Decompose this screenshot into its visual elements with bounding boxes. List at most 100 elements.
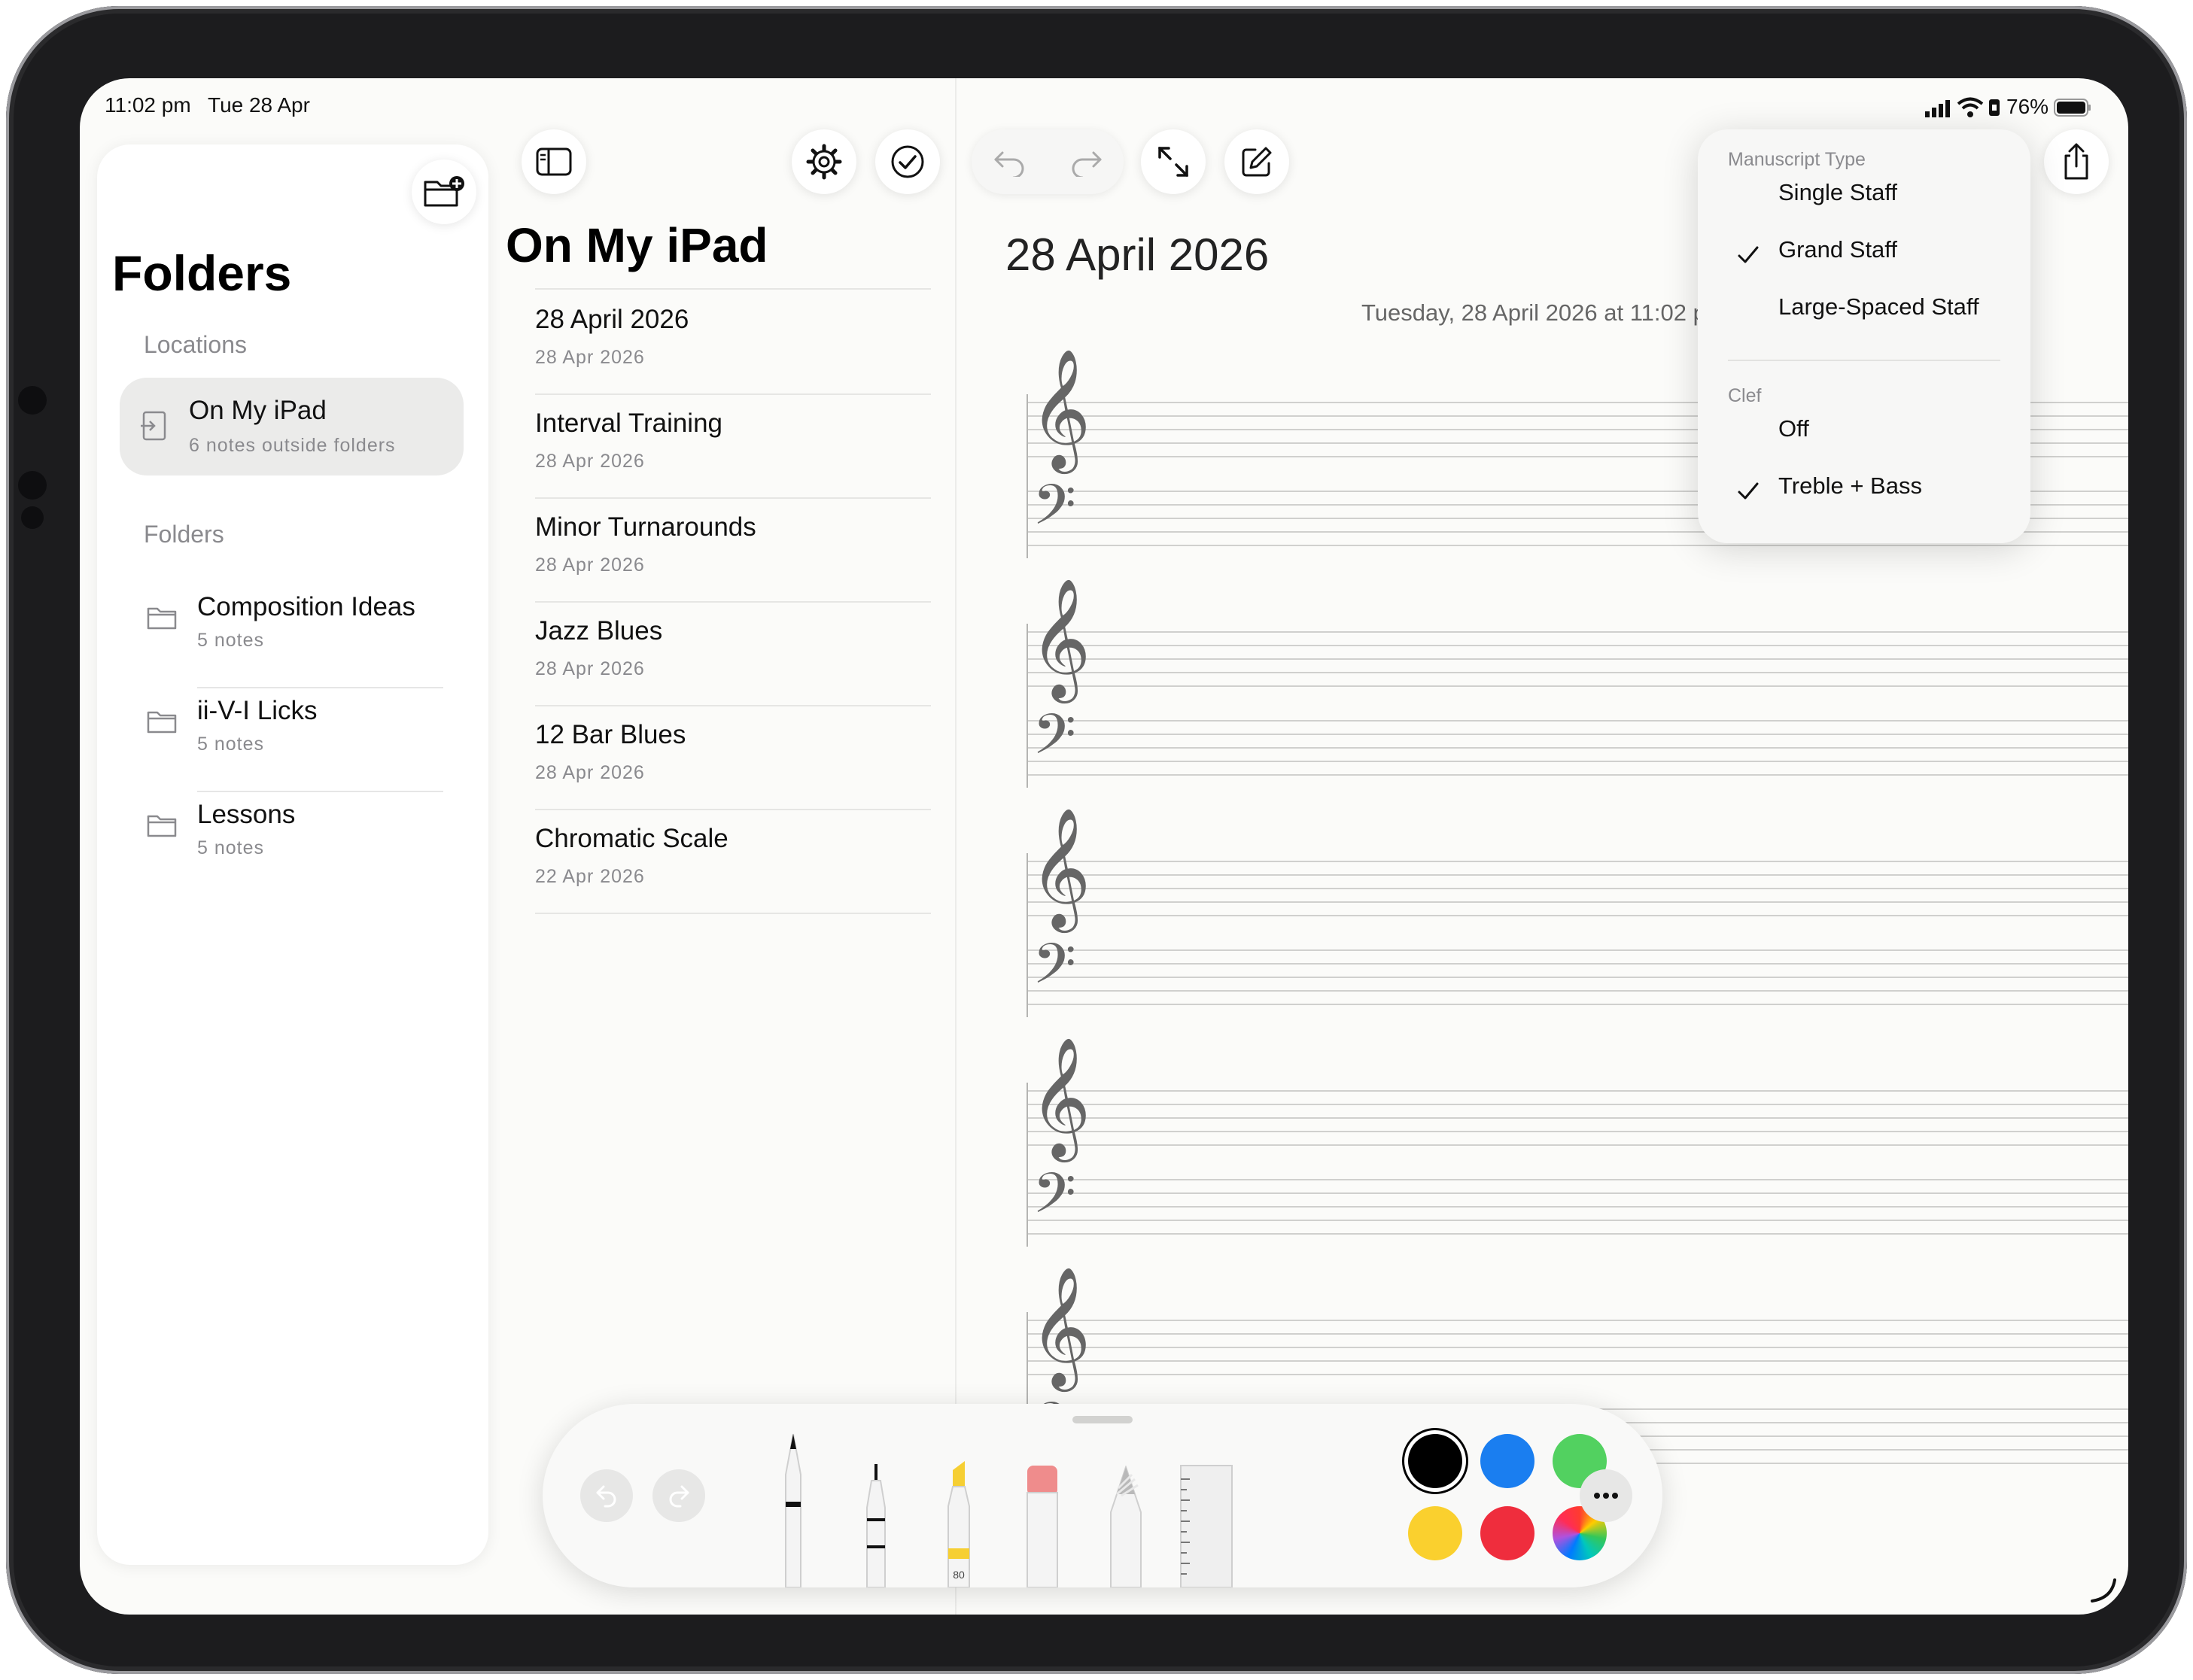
treble-clef-icon: 𝄞: [1030, 348, 1091, 469]
resize-corner-icon[interactable]: [2089, 1575, 2119, 1606]
staff-line: [1027, 1233, 2128, 1235]
location-subtitle: 6 notes outside folders: [189, 435, 396, 456]
staff-line: [1027, 685, 2128, 687]
treble-clef-icon: 𝄞: [1030, 807, 1091, 928]
folder-name: ii-V-I Licks: [197, 696, 318, 725]
staff-line: [1027, 977, 2128, 978]
select-button[interactable]: [875, 129, 940, 194]
folders-label: Folders: [144, 521, 224, 548]
pen-icon[interactable]: [772, 1432, 814, 1587]
bass-clef-icon: 𝄢: [1033, 931, 1076, 1010]
more-icon: [1594, 1493, 1618, 1499]
settings-button[interactable]: [792, 129, 856, 194]
staff-line: [1027, 645, 2128, 646]
folder-name: Composition Ideas: [197, 592, 415, 621]
staff-line: [1027, 720, 2128, 722]
staff-line: [1027, 874, 2128, 876]
status-date: Tue 28 Apr: [208, 93, 310, 117]
fineliner-icon[interactable]: [855, 1463, 897, 1587]
folder-icon: [147, 815, 177, 837]
staff-line: [1027, 1220, 2128, 1221]
compose-icon: [1242, 147, 1272, 177]
treble-clef-icon: 𝄞: [1030, 577, 1091, 698]
toolbar-grabber[interactable]: [1072, 1416, 1133, 1423]
note-title: Jazz Blues: [535, 616, 663, 646]
orientation-lock-icon: [1989, 99, 2000, 116]
menu-item-clef-off[interactable]: Off: [1698, 405, 2030, 462]
staff-line: [1027, 963, 2128, 965]
more-button[interactable]: [1580, 1469, 1632, 1522]
note-row[interactable]: 12 Bar Blues 28 Apr 2026: [535, 705, 931, 810]
sensor-dot: [18, 471, 47, 500]
note-title-heading[interactable]: 28 April 2026: [1005, 229, 1269, 281]
new-folder-button[interactable]: [412, 159, 476, 224]
note-title: 12 Bar Blues: [535, 720, 686, 749]
staff-line: [1027, 672, 2128, 673]
note-row[interactable]: Chromatic Scale 22 Apr 2026: [535, 809, 931, 914]
color-yellow-swatch[interactable]: [1408, 1506, 1462, 1560]
folder-row[interactable]: ii-V-I Licks 5 notes: [97, 688, 488, 792]
redo-icon: [669, 1485, 689, 1508]
folder-icon: [147, 711, 177, 734]
folder-name: Lessons: [197, 800, 296, 829]
ipad-frame: 11:02 pm Tue 28 Apr 76% Folders Location…: [6, 6, 2187, 1674]
screen: 11:02 pm Tue 28 Apr 76% Folders Location…: [80, 78, 2128, 1615]
note-row[interactable]: Jazz Blues 28 Apr 2026: [535, 601, 931, 706]
pencil-icon[interactable]: [1105, 1466, 1147, 1587]
staff-bracket: [1027, 624, 1028, 788]
note-list-title: On My iPad: [506, 218, 768, 272]
folder-row[interactable]: Composition Ideas 5 notes: [97, 585, 488, 688]
note-row[interactable]: 28 April 2026 28 Apr 2026: [535, 290, 931, 395]
menu-item-grand-staff[interactable]: Grand Staff: [1698, 226, 2030, 283]
fullscreen-button[interactable]: [1141, 129, 1206, 194]
share-button[interactable]: [2044, 129, 2109, 194]
location-on-my-ipad[interactable]: On My iPad 6 notes outside folders: [120, 378, 464, 475]
menu-item-single-staff[interactable]: Single Staff: [1698, 169, 2030, 226]
note-title: Minor Turnarounds: [535, 512, 756, 542]
menu-item-large-spaced-staff[interactable]: Large-Spaced Staff: [1698, 283, 2030, 340]
compose-button[interactable]: [1224, 129, 1289, 194]
undo-button[interactable]: [972, 129, 1048, 194]
menu-item-label: Grand Staff: [1778, 236, 1897, 263]
note-title: 28 April 2026: [535, 305, 689, 334]
note-row[interactable]: Interval Training 28 Apr 2026: [535, 393, 931, 499]
staff-line: [1027, 658, 2128, 660]
staff-line: [1027, 1104, 2128, 1105]
color-red-swatch[interactable]: [1480, 1506, 1534, 1560]
manuscript-type-header: Manuscript Type: [1728, 149, 1866, 170]
folder-row[interactable]: Lessons 5 notes: [97, 792, 488, 896]
battery-percent: 76%: [2006, 95, 2049, 118]
menu-item-label: Single Staff: [1778, 179, 1897, 205]
wifi-icon: [1957, 97, 1984, 117]
staff-line: [1027, 1004, 2128, 1005]
treble-clef-icon: 𝄞: [1030, 1036, 1091, 1157]
note-timestamp: Tuesday, 28 April 2026 at 11:02 p: [1361, 299, 1706, 326]
toggle-sidebar-button[interactable]: [522, 129, 586, 194]
color-blue-swatch[interactable]: [1480, 1434, 1534, 1488]
note-row[interactable]: Minor Turnarounds 28 Apr 2026: [535, 497, 931, 603]
note-date: 28 Apr 2026: [535, 347, 645, 368]
new-folder-icon: [424, 176, 464, 207]
gear-icon: [806, 144, 842, 180]
staff-line: [1027, 1192, 2128, 1194]
color-black-swatch[interactable]: [1408, 1434, 1462, 1488]
staff-bracket: [1027, 394, 1028, 558]
location-name: On My iPad: [189, 396, 327, 425]
bass-clef-icon: 𝄢: [1033, 1161, 1076, 1240]
staff-line: [1027, 1360, 2128, 1362]
treble-clef-icon: 𝄞: [1030, 1265, 1091, 1387]
staff-line: [1027, 545, 2128, 546]
eraser-icon[interactable]: [1021, 1464, 1063, 1587]
note-date: 28 Apr 2026: [535, 762, 645, 783]
redo-button[interactable]: [1048, 129, 1124, 194]
highlighter-icon[interactable]: 80: [938, 1460, 980, 1587]
share-icon: [2064, 143, 2088, 180]
staff-line: [1027, 1131, 2128, 1132]
sidebar-title: Folders: [112, 245, 292, 301]
ruler-icon[interactable]: [1178, 1464, 1235, 1587]
staff-line: [1027, 1206, 2128, 1208]
menu-item-treble-bass[interactable]: Treble + Bass: [1698, 462, 2030, 519]
staff-line: [1027, 1117, 2128, 1119]
draw-undo-button[interactable]: [580, 1469, 633, 1522]
draw-redo-button[interactable]: [652, 1469, 705, 1522]
